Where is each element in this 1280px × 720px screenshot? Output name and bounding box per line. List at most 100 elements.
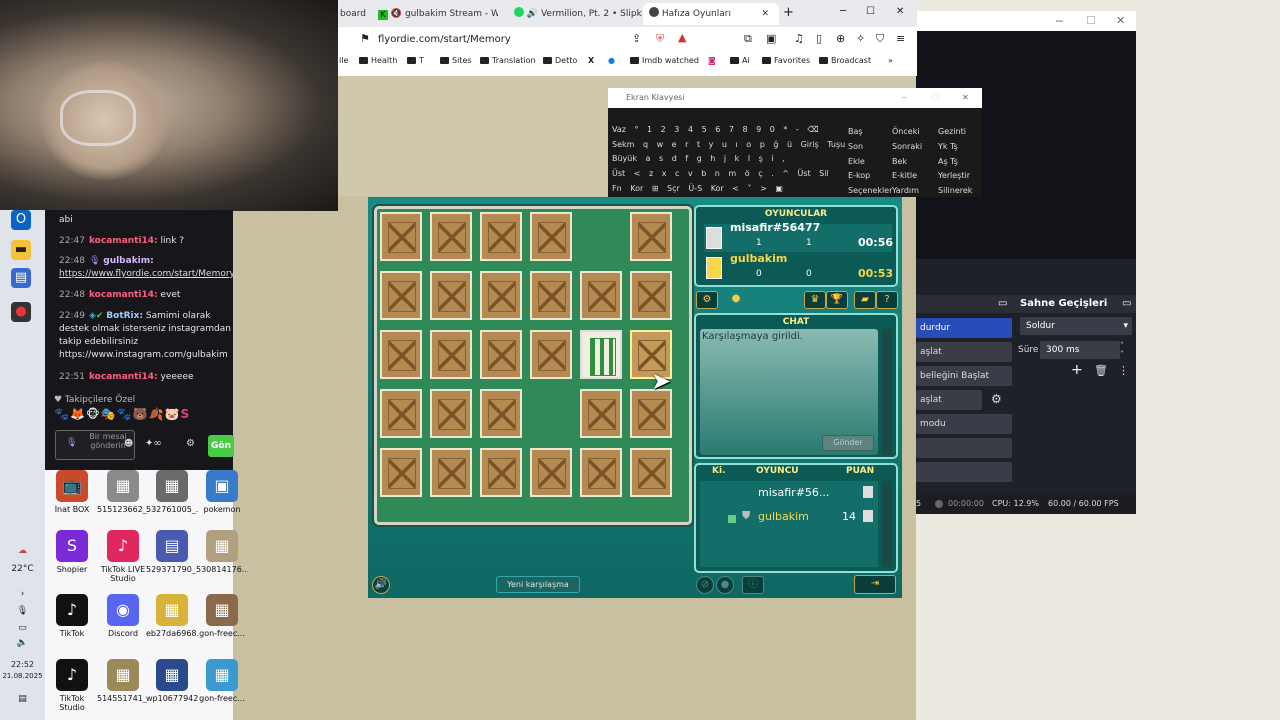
memory-card[interactable] <box>630 212 672 261</box>
tab-music[interactable]: 🔊 Vermilion, Pt. 2 • Slipknot <box>514 3 642 25</box>
desktop-icon[interactable]: 📺 İnat BOX <box>46 470 98 514</box>
duration-input[interactable]: 300 ms <box>1040 341 1120 359</box>
key-row[interactable]: Sekm q w e r t y u ı o p ğ ü Giriş Tuşu <box>612 140 845 149</box>
new-game-button[interactable]: Yeni karşılaşma <box>496 576 580 593</box>
memory-card[interactable] <box>380 212 422 261</box>
desktop-icon[interactable]: S Shopier <box>46 530 98 574</box>
desktop-icon[interactable]: ▦ gon-freec... <box>196 594 248 638</box>
minimize-icon[interactable]: ─ <box>902 88 907 108</box>
desktop-icon[interactable]: ▤ 529371790_... <box>146 530 198 574</box>
memory-card[interactable] <box>430 448 472 497</box>
chevron-up-icon[interactable]: › <box>0 589 45 599</box>
memory-card[interactable] <box>630 389 672 438</box>
memory-card[interactable] <box>480 330 522 379</box>
memory-card[interactable] <box>380 448 422 497</box>
key-row[interactable]: Vaz ° 1 2 3 4 5 6 7 8 9 0 * - ⌫ <box>612 125 819 134</box>
memory-card[interactable] <box>380 271 422 320</box>
x-icon[interactable]: X <box>588 56 594 65</box>
desktop-icon[interactable]: ▦ gon-freec... <box>196 659 248 703</box>
desktop-icon[interactable]: ♪ TikTok Studio <box>46 659 98 712</box>
key-row[interactable]: Büyük a s d f g h j k l ş i , <box>612 154 785 163</box>
volume-icon[interactable]: 🔈 <box>0 638 45 648</box>
scene-item[interactable]: durdur <box>916 318 1012 338</box>
desktop-icon[interactable]: ♪ TikTok <box>46 594 98 638</box>
tab-board[interactable]: board <box>340 3 368 25</box>
notifications-icon[interactable]: ▤ <box>0 694 45 704</box>
bookmark-item[interactable]: Health <box>359 56 397 65</box>
memory-card[interactable] <box>580 448 622 497</box>
more-bookmarks-icon[interactable]: » <box>888 56 893 65</box>
bookmark-item[interactable]: Imdb watched <box>630 56 699 65</box>
minimize-icon[interactable]: ─ <box>1056 15 1063 28</box>
mute-icon[interactable]: 🔇 <box>391 9 402 19</box>
bookmark-item[interactable]: Translation <box>480 56 536 65</box>
memory-card[interactable] <box>580 389 622 438</box>
chat-scrollbar[interactable] <box>882 329 892 455</box>
key-row[interactable]: Fn Kor ⊞ Sçr Ü-S Kor < ˅ > ▣ <box>612 184 783 193</box>
help-icon[interactable]: ? <box>876 291 898 309</box>
music-icon[interactable]: ♫ <box>794 32 804 45</box>
key-row[interactable]: Üst < z x c v b n m ö ç . ^ Üst Sil <box>612 169 829 178</box>
memory-card[interactable] <box>580 271 622 320</box>
tab-stream[interactable]: K 🔇 gulbakim Stream - Watch <box>378 3 498 25</box>
emoji-icon[interactable]: ☻ <box>124 439 133 449</box>
close-icon[interactable]: ✕ <box>896 6 904 17</box>
gear-icon[interactable]: ⚙ <box>991 392 1002 406</box>
share-icon[interactable]: ⇪ <box>632 32 641 45</box>
weather-temp[interactable]: 22°C <box>0 564 45 574</box>
maximize-icon[interactable]: ☐ <box>866 6 875 17</box>
mic-icon[interactable]: 🎙 <box>66 438 77 448</box>
extensions-icon[interactable]: ⧉ <box>744 32 752 46</box>
bookmark-item[interactable]: Broadcast <box>819 56 871 65</box>
wallet-icon[interactable]: ▣ <box>766 32 776 45</box>
trash-icon[interactable]: 🗑 <box>1094 364 1108 377</box>
bookmark-item[interactable]: Sites <box>440 56 472 65</box>
sidebar-icon[interactable]: ▯ <box>816 32 822 45</box>
tab-memory-game[interactable]: Hafıza Oyunları ✕ <box>643 3 779 25</box>
key-col-3[interactable]: Gezinti Yk Tş Aş Tş Yerleştir Silinerek <box>938 125 972 199</box>
memory-card[interactable] <box>380 330 422 379</box>
memory-card[interactable] <box>430 389 472 438</box>
memory-card[interactable] <box>380 389 422 438</box>
memory-card[interactable] <box>480 212 522 261</box>
network-icon[interactable]: ▭ <box>0 623 45 633</box>
memory-card[interactable] <box>480 448 522 497</box>
stepper-icon[interactable]: ˄ ˅ <box>1120 341 1124 359</box>
scene-item[interactable] <box>916 462 1012 482</box>
file-explorer-icon[interactable]: ▬ <box>11 240 31 260</box>
more-icon[interactable]: ⋮ <box>1118 364 1129 377</box>
clock-date[interactable]: 21.08.2025 <box>0 672 45 680</box>
maximize-icon[interactable]: ☐ <box>932 88 939 108</box>
privacy-icon[interactable]: ⛉ <box>876 32 884 46</box>
scene-item[interactable] <box>916 438 1012 458</box>
chat-link[interactable]: https://www.flyordie.com/start/Memory <box>59 269 235 279</box>
block-icon[interactable]: ⊘ <box>696 576 714 594</box>
revealed-card[interactable] <box>580 330 622 379</box>
vpn-icon[interactable]: ⊕ <box>836 32 845 45</box>
desktop-icon[interactable]: ▣ pokemon <box>196 470 248 514</box>
folder-icon[interactable]: ▰ <box>854 291 876 309</box>
memory-card[interactable] <box>530 448 572 497</box>
bookmark-item[interactable]: Detto <box>543 56 577 65</box>
close-icon[interactable]: ✕ <box>962 88 969 108</box>
memory-card[interactable] <box>530 212 572 261</box>
memory-card[interactable] <box>430 330 472 379</box>
desktop-icon[interactable]: ▦ eb27da6968... <box>146 594 198 638</box>
chat-send-button[interactable]: Gönder <box>822 435 874 451</box>
desktop-icon[interactable]: ▦ 514551741_... <box>97 659 149 703</box>
bookmark-icon[interactable]: ⚑ <box>360 32 370 45</box>
memory-card[interactable] <box>530 271 572 320</box>
settings-icon[interactable]: ⚙ <box>696 291 718 309</box>
info-icon[interactable]: ⓘ <box>742 576 764 594</box>
memory-card[interactable] <box>430 271 472 320</box>
memory-card[interactable] <box>480 389 522 438</box>
speaker-icon[interactable]: 🔊 <box>527 9 538 19</box>
close-tab-icon[interactable]: ✕ <box>761 3 769 25</box>
transition-select[interactable]: Soldur ▾ <box>1020 317 1132 335</box>
desktop-icon[interactable]: ▦ wp10677942 <box>146 659 198 703</box>
minimize-icon[interactable]: ─ <box>840 6 846 17</box>
add-icon[interactable]: + <box>1071 362 1083 378</box>
desktop-icon[interactable]: ▦ 515123662_... <box>97 470 149 514</box>
desktop-icon[interactable]: ▦ 530814176... <box>196 530 248 574</box>
chat-send-button[interactable]: Gön <box>208 435 234 457</box>
